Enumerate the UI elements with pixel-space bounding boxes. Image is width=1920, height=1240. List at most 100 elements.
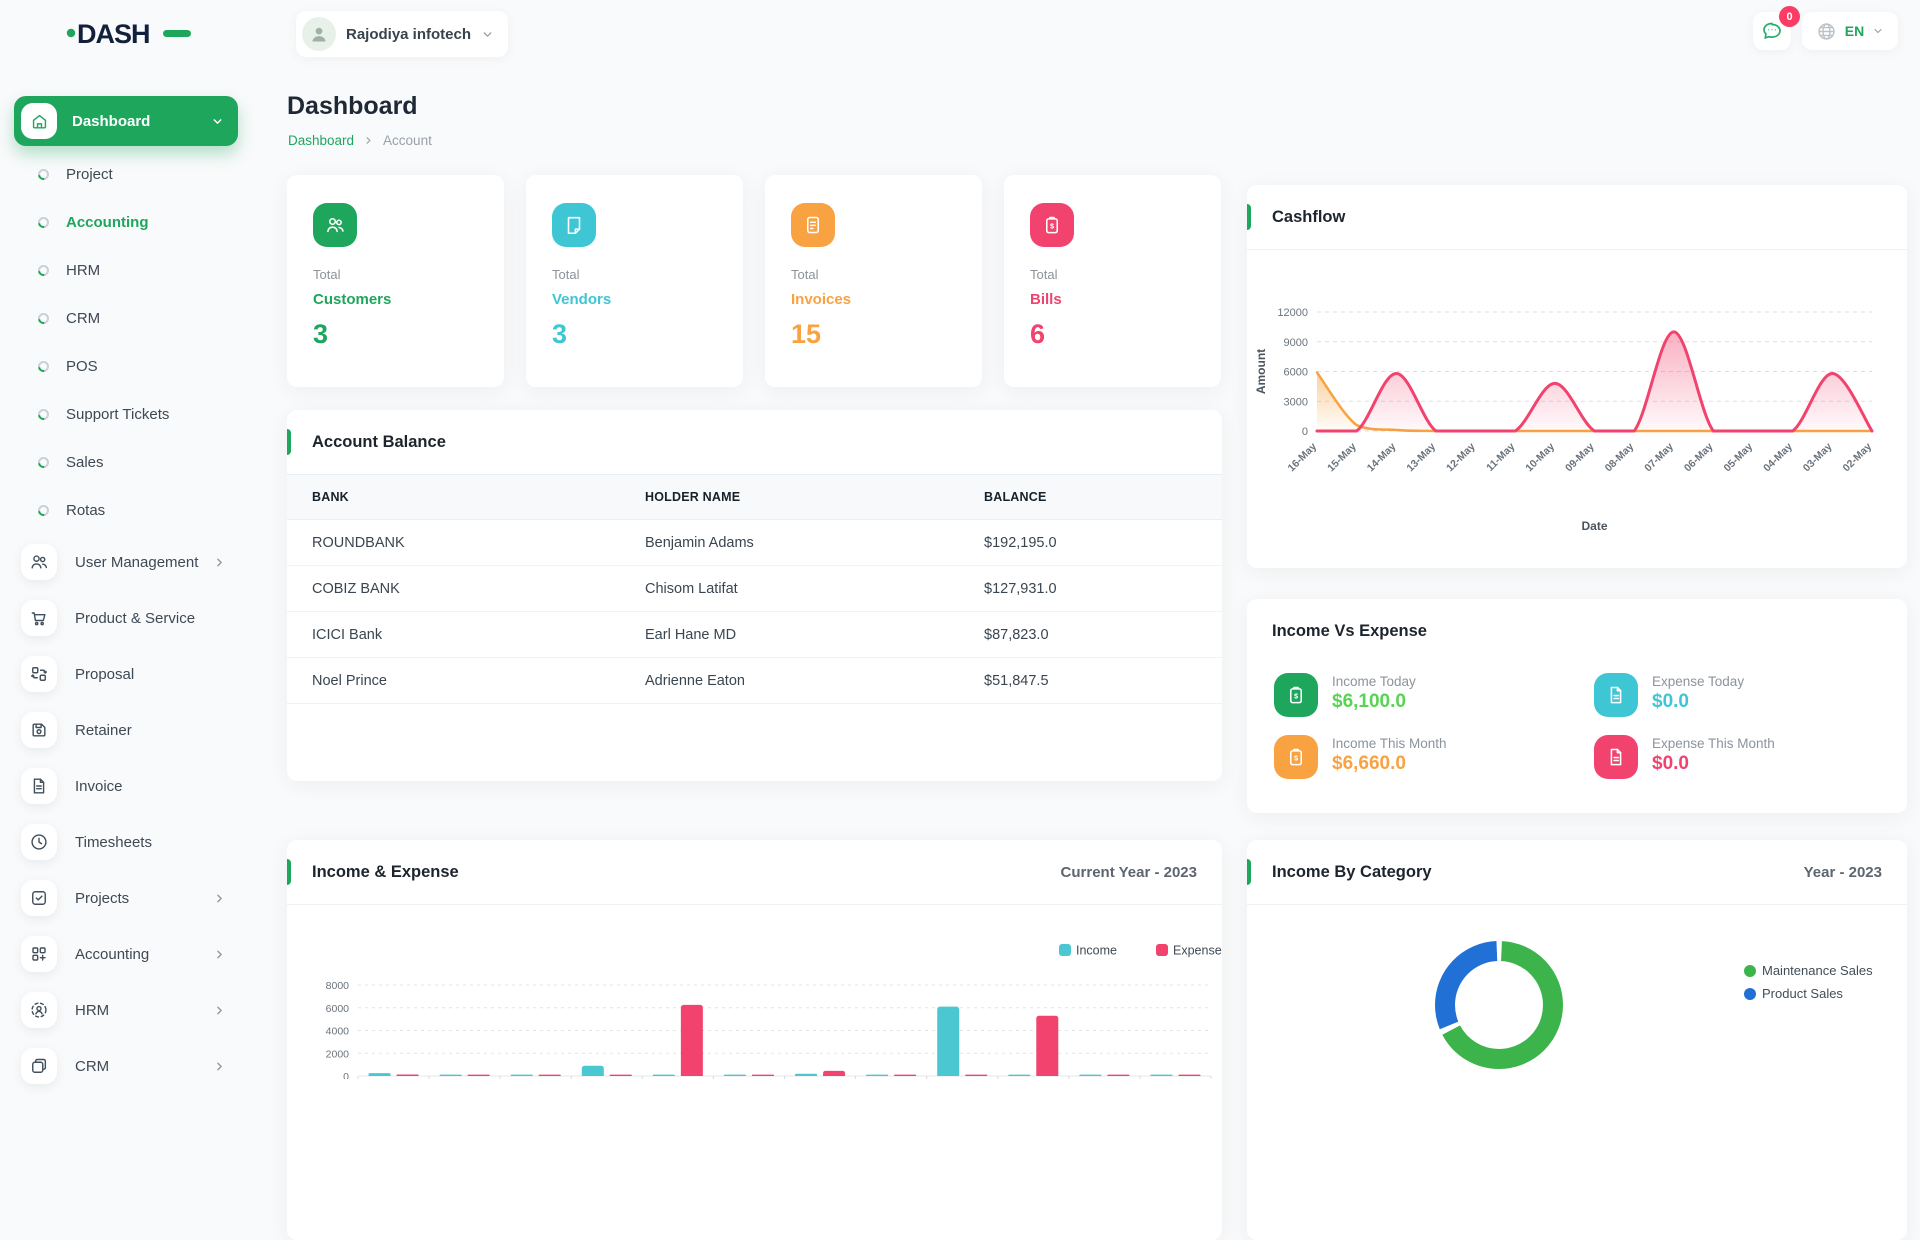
sidebar-item-label: Dashboard xyxy=(72,113,211,130)
cashflow-panel: Cashflow 03000600090001200016-May15-May1… xyxy=(1247,185,1907,568)
invoice-icon xyxy=(29,776,49,796)
income-expense-stats: $Income Today$6,100.0Expense Today$0.0$I… xyxy=(1247,663,1907,812)
svg-text:09-May: 09-May xyxy=(1563,441,1597,475)
table-row: ROUNDBANKBenjamin Adams$192,195.0 xyxy=(287,520,1222,566)
vendors-icon xyxy=(563,214,585,236)
card-total-bills[interactable]: $TotalBills6 xyxy=(1004,175,1221,387)
sidebar-subitem-project[interactable]: Project xyxy=(0,150,260,198)
svg-text:Product Sales: Product Sales xyxy=(1762,986,1843,1001)
left-column: TotalCustomers3TotalVendors3TotalInvoice… xyxy=(287,175,1222,1240)
svg-text:$: $ xyxy=(1294,691,1298,700)
sidebar-item-label: User Management xyxy=(75,554,213,571)
sidebar-subitem-label: HRM xyxy=(66,262,100,279)
svg-text:Income: Income xyxy=(1076,944,1117,958)
card-name: Bills xyxy=(1030,291,1062,308)
expense-icon xyxy=(1605,684,1627,706)
card-total-invoices[interactable]: TotalInvoices15 xyxy=(765,175,982,387)
sidebar-subitem-crm[interactable]: CRM xyxy=(0,294,260,342)
card-total-customers[interactable]: TotalCustomers3 xyxy=(287,175,504,387)
table-cell: Benjamin Adams xyxy=(620,520,959,566)
sidebar-item-proposal[interactable]: Proposal xyxy=(0,646,260,702)
sidebar-item-crm[interactable]: CRM xyxy=(0,1038,260,1094)
stat-label: Expense This Month xyxy=(1652,736,1775,751)
svg-text:Amount: Amount xyxy=(1254,349,1268,394)
stat-label: Income Today xyxy=(1332,674,1416,689)
card-total-vendors[interactable]: TotalVendors3 xyxy=(526,175,743,387)
income-expense-bar-chart: 02000400060008000IncomeExpense xyxy=(287,905,1222,1079)
sidebar-subitem-sales[interactable]: Sales xyxy=(0,438,260,486)
table-cell: $87,823.0 xyxy=(959,612,1222,658)
cashflow-area-chart: 03000600090001200016-May15-May14-May13-M… xyxy=(1247,250,1907,568)
sidebar-subitem-rotas[interactable]: Rotas xyxy=(0,486,260,534)
table-cell: Adrienne Eaton xyxy=(620,658,959,704)
svg-text:6000: 6000 xyxy=(326,1003,350,1015)
crm-icon xyxy=(29,1056,49,1076)
sidebar-subitem-label: CRM xyxy=(66,310,100,327)
table-cell: Noel Prince xyxy=(287,658,620,704)
income-vs-expense-panel: Income Vs Expense $Income Today$6,100.0E… xyxy=(1247,599,1907,813)
panel-header: Income Vs Expense xyxy=(1247,599,1907,663)
accent-bar xyxy=(1247,859,1251,885)
svg-text:07-May: 07-May xyxy=(1642,441,1676,475)
card-prefix: Total xyxy=(313,267,340,282)
table-cell: $192,195.0 xyxy=(959,520,1222,566)
svg-text:Expense: Expense xyxy=(1173,944,1222,958)
table-cell: $51,847.5 xyxy=(959,658,1222,704)
stat-value: $6,660.0 xyxy=(1332,753,1447,775)
svg-text:Date: Date xyxy=(1581,519,1607,533)
table-row: ICICI BankEarl Hane MD$87,823.0 xyxy=(287,612,1222,658)
sidebar-item-retainer[interactable]: Retainer xyxy=(0,702,260,758)
accent-bar xyxy=(287,429,291,455)
sidebar-item-invoice[interactable]: Invoice xyxy=(0,758,260,814)
svg-text:$: $ xyxy=(1294,753,1298,762)
sidebar: Dashboard ProjectAccountingHRMCRMPOSSupp… xyxy=(0,0,260,1080)
card-prefix: Total xyxy=(552,267,579,282)
svg-text:12-May: 12-May xyxy=(1444,441,1478,475)
sidebar-subitem-pos[interactable]: POS xyxy=(0,342,260,390)
cart-icon xyxy=(29,608,49,628)
summary-cards-row: TotalCustomers3TotalVendors3TotalInvoice… xyxy=(287,175,1222,387)
sidebar-subitem-hrm[interactable]: HRM xyxy=(0,246,260,294)
stat-income-today: $Income Today$6,100.0 xyxy=(1274,673,1416,717)
svg-text:13-May: 13-May xyxy=(1404,441,1438,475)
svg-text:04-May: 04-May xyxy=(1761,441,1795,475)
expense-icon xyxy=(1605,746,1627,768)
bullet-icon xyxy=(38,409,49,420)
chevron-down-icon xyxy=(211,115,224,128)
sidebar-item-label: Projects xyxy=(75,890,213,907)
customers-icon xyxy=(324,214,346,236)
sidebar-subitem-label: Rotas xyxy=(66,502,105,519)
panel-title: Account Balance xyxy=(312,433,1197,452)
users-icon xyxy=(29,552,49,572)
sidebar-subitem-label: Project xyxy=(66,166,113,183)
sidebar-item-hrm[interactable]: HRM xyxy=(0,982,260,1038)
sidebar-item-accounting[interactable]: Accounting xyxy=(0,926,260,982)
sidebar-item-label: Product & Service xyxy=(75,610,260,627)
retainer-icon xyxy=(29,720,49,740)
accent-bar xyxy=(287,859,291,885)
svg-text:0: 0 xyxy=(343,1071,349,1079)
hrm-icon xyxy=(29,1000,49,1020)
card-value: 3 xyxy=(313,319,328,350)
card-value: 15 xyxy=(791,319,821,350)
svg-text:6000: 6000 xyxy=(1284,367,1308,379)
main-content: Dashboard Dashboard Account TotalCustome… xyxy=(287,0,1907,1080)
svg-text:08-May: 08-May xyxy=(1603,441,1637,475)
sidebar-item-projects[interactable]: Projects xyxy=(0,870,260,926)
breadcrumb-dashboard-link[interactable]: Dashboard xyxy=(288,133,354,148)
panel-title: Cashflow xyxy=(1272,208,1882,227)
proposal-icon xyxy=(29,664,49,684)
sidebar-subitem-support-tickets[interactable]: Support Tickets xyxy=(0,390,260,438)
sidebar-item-product-service[interactable]: Product & Service xyxy=(0,590,260,646)
bullet-icon xyxy=(38,457,49,468)
sidebar-subitem-accounting[interactable]: Accounting xyxy=(0,198,260,246)
panel-title: Income Vs Expense xyxy=(1272,622,1882,641)
account-balance-panel: Account Balance BANKHOLDER NAMEBALANCE R… xyxy=(287,410,1222,781)
sidebar-item-user-management[interactable]: User Management xyxy=(0,534,260,590)
svg-text:0: 0 xyxy=(1302,426,1308,438)
bills-icon: $ xyxy=(1041,214,1063,236)
svg-text:14-May: 14-May xyxy=(1365,441,1399,475)
table-cell: Chisom Latifat xyxy=(620,566,959,612)
sidebar-item-dashboard[interactable]: Dashboard xyxy=(14,96,238,146)
sidebar-item-timesheets[interactable]: Timesheets xyxy=(0,814,260,870)
